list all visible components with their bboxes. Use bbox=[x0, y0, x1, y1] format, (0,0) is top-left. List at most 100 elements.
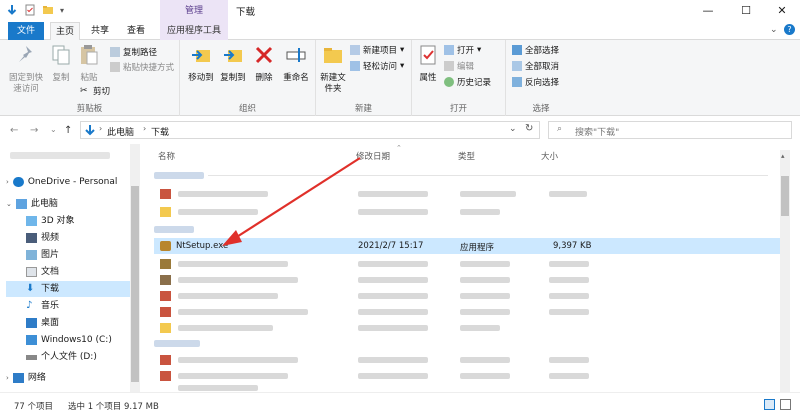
copy-path-button[interactable]: 复制路径 bbox=[110, 46, 157, 58]
move-to-button[interactable]: 移动到 bbox=[186, 44, 216, 84]
chevron-right-icon: › bbox=[99, 124, 103, 133]
copy-to-button[interactable]: 复制到 bbox=[218, 44, 248, 84]
table-row[interactable] bbox=[154, 256, 790, 272]
table-row[interactable] bbox=[154, 320, 790, 336]
properties-icon[interactable] bbox=[24, 4, 36, 16]
quick-access-toolbar: ▾ bbox=[6, 4, 64, 16]
properties-button[interactable]: 属性 bbox=[416, 44, 440, 84]
paste-button[interactable]: 粘贴 bbox=[76, 44, 102, 84]
search-box[interactable]: ⌕ 搜索"下载" bbox=[548, 121, 792, 139]
recent-dropdown-icon[interactable]: ⌄ bbox=[50, 125, 57, 134]
invert-selection-button[interactable]: 反向选择 bbox=[512, 76, 559, 88]
table-row[interactable] bbox=[154, 368, 790, 384]
sidebar-item-downloads[interactable]: ⬇ 下载 bbox=[6, 281, 136, 297]
paste-shortcut-button[interactable]: 粘贴快捷方式 bbox=[110, 61, 174, 73]
sidebar-item-label: 图片 bbox=[41, 250, 60, 260]
new-item-button[interactable]: 新建项目 ▾ bbox=[350, 44, 404, 56]
close-button[interactable]: ✕ bbox=[764, 0, 800, 22]
pin-quick-access-button[interactable]: 固定到快速访问 bbox=[6, 44, 46, 95]
sidebar-item-label: 视频 bbox=[41, 233, 60, 243]
tab-share[interactable]: 共享 bbox=[86, 22, 114, 40]
rename-button[interactable]: 重命名 bbox=[280, 44, 312, 84]
table-row[interactable] bbox=[154, 352, 790, 368]
navigation-pane: › OneDrive - Personal ⌄ 此电脑 3D 对象 视频 图片 文档… bbox=[0, 144, 140, 392]
sidebar-item-onedrive[interactable]: › OneDrive - Personal bbox=[6, 174, 136, 190]
tab-view[interactable]: 查看 bbox=[122, 22, 150, 40]
tab-file[interactable]: 文件 bbox=[8, 22, 44, 40]
paste-label: 粘贴 bbox=[80, 73, 98, 83]
copy-to-label: 复制到 bbox=[220, 73, 246, 83]
column-header-size[interactable]: 大小 bbox=[541, 150, 558, 162]
new-group-label: 新建 bbox=[354, 104, 372, 114]
blurred-sidebar-item[interactable] bbox=[10, 152, 110, 159]
easy-access-button[interactable]: 轻松访问 ▾ bbox=[350, 60, 404, 72]
chevron-down-icon[interactable]: ⌄ bbox=[509, 124, 517, 134]
group-header[interactable] bbox=[154, 340, 200, 347]
invert-selection-label: 反向选择 bbox=[525, 78, 560, 88]
tab-app-tools[interactable]: 应用程序工具 bbox=[160, 22, 228, 40]
status-bar: 77 个项目 选中 1 个项目 9.17 MB bbox=[0, 392, 800, 416]
sidebar-item-this-pc[interactable]: ⌄ 此电脑 bbox=[6, 196, 136, 212]
open-icon bbox=[444, 45, 454, 55]
up-icon[interactable]: ↑ bbox=[64, 125, 72, 136]
file-icon bbox=[160, 259, 171, 269]
sidebar-item-label: 个人文件 (D:) bbox=[41, 352, 97, 362]
minimize-button[interactable]: — bbox=[690, 0, 726, 22]
down-arrow-icon[interactable] bbox=[6, 4, 18, 16]
manage-context-tab[interactable]: 管理 bbox=[160, 0, 228, 22]
sidebar-scrollbar[interactable] bbox=[130, 144, 140, 392]
open-button[interactable]: 打开 ▾ bbox=[444, 44, 481, 56]
refresh-icon[interactable]: ↻ bbox=[525, 123, 533, 134]
edit-button[interactable]: 编辑 bbox=[444, 60, 474, 72]
sidebar-item-label: 下载 bbox=[41, 284, 60, 294]
scroll-up-icon[interactable]: ▴ bbox=[781, 152, 785, 160]
forward-icon[interactable]: → bbox=[30, 125, 38, 136]
blurred-text bbox=[178, 325, 273, 331]
select-group: 全部选择 全部取消 反向选择 选择 bbox=[506, 40, 576, 116]
new-folder-button[interactable]: 新建文件夹 bbox=[318, 44, 348, 95]
properties-icon bbox=[420, 45, 436, 65]
blurred-text bbox=[358, 277, 428, 283]
blurred-text bbox=[358, 191, 428, 197]
table-row[interactable] bbox=[154, 384, 790, 392]
large-icons-view-icon[interactable] bbox=[780, 399, 791, 410]
dropdown-icon: ▾ bbox=[400, 61, 405, 71]
table-row[interactable] bbox=[154, 272, 790, 288]
back-icon[interactable]: ← bbox=[10, 125, 18, 136]
pin-icon bbox=[19, 46, 32, 62]
sidebar-item-network[interactable]: › 网络 bbox=[6, 370, 136, 386]
selection-info: 选中 1 个项目 9.17 MB bbox=[68, 402, 159, 412]
cut-button[interactable]: ✂ 剪切 bbox=[80, 85, 110, 97]
select-all-button[interactable]: 全部选择 bbox=[512, 44, 559, 56]
copy-button[interactable]: 复制 bbox=[48, 44, 74, 84]
table-row[interactable] bbox=[154, 288, 790, 304]
new-folder-icon[interactable] bbox=[42, 4, 54, 16]
invert-selection-icon bbox=[512, 77, 522, 87]
sidebar-scroll-thumb[interactable] bbox=[131, 186, 139, 382]
help-icon[interactable]: ? bbox=[784, 24, 795, 35]
navigation-bar: ← → ⌄ ↑ › 此电脑 › 下载 ⌄ ↻ ⌕ 搜索"下载" bbox=[0, 116, 800, 144]
annotation-arrow bbox=[222, 157, 361, 246]
history-button[interactable]: 历史记录 bbox=[444, 76, 491, 88]
details-view-icon[interactable] bbox=[764, 399, 775, 410]
table-row[interactable] bbox=[154, 304, 790, 320]
customize-qa-icon[interactable]: ▾ bbox=[60, 6, 64, 15]
group-header[interactable] bbox=[154, 172, 204, 179]
group-header[interactable] bbox=[154, 226, 194, 233]
expand-ribbon-icon[interactable]: ⌄ bbox=[770, 25, 778, 35]
download-icon: ⬇ bbox=[26, 283, 35, 294]
file-list-scrollbar[interactable]: ▴ bbox=[780, 150, 790, 392]
download-arrow-icon bbox=[85, 125, 95, 136]
address-bar[interactable]: › 此电脑 › 下载 ⌄ ↻ bbox=[80, 121, 540, 139]
maximize-button[interactable]: ☐ bbox=[728, 0, 764, 22]
delete-button[interactable]: 删除 bbox=[252, 44, 276, 84]
column-header-type[interactable]: 类型 bbox=[458, 150, 475, 162]
file-list-scroll-thumb[interactable] bbox=[781, 176, 789, 216]
column-header-name[interactable]: 名称 bbox=[158, 150, 175, 162]
select-none-button[interactable]: 全部取消 bbox=[512, 60, 559, 72]
tab-home[interactable]: 主页 bbox=[50, 22, 80, 40]
open-group-label: 打开 bbox=[449, 104, 467, 114]
copy-label: 复制 bbox=[52, 73, 70, 83]
breadcrumb-pc[interactable]: 此电脑 bbox=[107, 125, 134, 138]
breadcrumb-downloads[interactable]: 下载 bbox=[151, 125, 169, 138]
